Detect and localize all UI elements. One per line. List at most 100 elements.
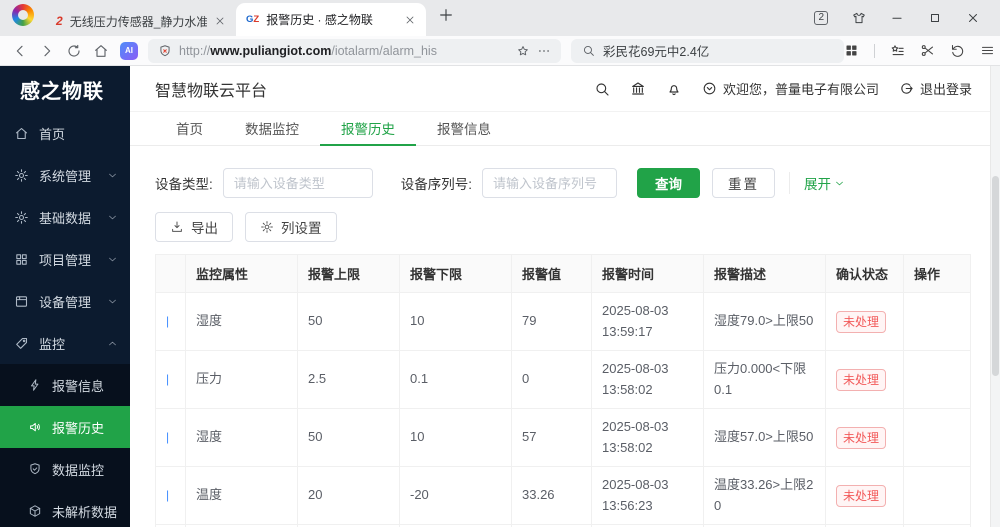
menu-icon[interactable] bbox=[980, 43, 995, 58]
submenu-item-报警历史[interactable]: 报警历史 bbox=[0, 406, 130, 448]
apps-grid-icon[interactable] bbox=[844, 43, 859, 58]
sidebar-item-label: 基础数据 bbox=[39, 210, 92, 226]
ai-assistant-icon[interactable]: AI bbox=[120, 41, 138, 60]
serial-input[interactable] bbox=[482, 168, 618, 198]
column-header: 确认状态 bbox=[825, 254, 904, 293]
filter-row: 设备类型: 设备序列号: 查询 重置 展开 bbox=[155, 168, 970, 198]
sidebar-item-label: 系统管理 bbox=[39, 168, 92, 184]
cell-time: 2025-08-03 13:56:23 bbox=[591, 466, 704, 525]
device-link[interactable]: | bbox=[166, 314, 169, 328]
expand-link[interactable]: 展开 bbox=[789, 172, 845, 194]
sidebar-item-设备管理[interactable]: 设备管理 bbox=[0, 280, 130, 322]
expand-label: 展开 bbox=[804, 177, 832, 192]
cell-value: 57 bbox=[511, 408, 592, 467]
favorites-list-icon[interactable] bbox=[890, 43, 905, 58]
sidebar-item-label: 首页 bbox=[39, 126, 66, 142]
status-badge: 未处理 bbox=[836, 310, 887, 333]
reset-button[interactable]: 重置 bbox=[712, 168, 776, 198]
table-row: | 压力 2.5 0.1 0 2025-08-03 13:58:02 压力0.000<下限0… bbox=[155, 350, 971, 409]
logout-button[interactable]: 退出登录 bbox=[899, 79, 972, 98]
scrollbar-thumb[interactable] bbox=[992, 176, 999, 376]
user-menu[interactable]: 欢迎您，普量电子有限公司 bbox=[702, 79, 879, 98]
tab-首页[interactable]: 首页 bbox=[155, 112, 224, 146]
export-button[interactable]: 导出 bbox=[155, 212, 233, 242]
sidebar-nav: 首页系统管理基础数据项目管理 设备管理监控 bbox=[0, 112, 130, 364]
forward-button[interactable] bbox=[39, 43, 55, 59]
sidebar-item-监控[interactable]: 监控 bbox=[0, 322, 130, 364]
column-header: 报警上限 bbox=[297, 254, 400, 293]
browser-tab-inactive[interactable]: 2 无线压力传感器_静力水准仪_ bbox=[46, 6, 236, 36]
insecure-shield-icon[interactable] bbox=[158, 44, 172, 58]
cell-actions bbox=[903, 408, 971, 467]
tab-close-icon[interactable] bbox=[214, 15, 226, 27]
row-marker-cell: | bbox=[155, 350, 186, 409]
tab-close-icon[interactable] bbox=[404, 14, 416, 26]
cell-value: 79 bbox=[511, 292, 592, 351]
sidebar-item-项目管理[interactable]: 项目管理 bbox=[0, 238, 130, 280]
device-link[interactable]: | bbox=[166, 430, 169, 444]
sidebar-item-基础数据[interactable]: 基础数据 bbox=[0, 196, 130, 238]
minimize-button[interactable] bbox=[890, 11, 904, 25]
tab-数据监控[interactable]: 数据监控 bbox=[224, 112, 320, 146]
history-undo-icon[interactable] bbox=[950, 43, 965, 58]
close-button[interactable] bbox=[966, 11, 980, 25]
cell-actions bbox=[903, 466, 971, 525]
device-icon bbox=[14, 294, 29, 309]
home-icon bbox=[14, 126, 29, 141]
device-link[interactable]: | bbox=[166, 372, 169, 386]
table-row: | 湿度 50 10 57 2025-08-03 13:58:02 湿度57.0>上限50 未… bbox=[155, 408, 971, 467]
theme-shirt-icon[interactable] bbox=[852, 11, 866, 25]
page: 感之物联 首页 系统管理 基础数据 项目管理 设备管理 监控 报警信息 报警历史 数据监控 未解… bbox=[0, 66, 1000, 527]
tab-报警信息[interactable]: 报警信息 bbox=[416, 112, 512, 146]
submenu-item-数据监控[interactable]: 数据监控 bbox=[0, 448, 130, 490]
tab-报警历史[interactable]: 报警历史 bbox=[320, 112, 416, 146]
browser-search-box[interactable]: 彩民花69元中2.4亿 bbox=[571, 38, 844, 63]
tag-icon bbox=[14, 336, 29, 351]
bookmark-star-icon[interactable] bbox=[516, 44, 530, 58]
sidebar-item-系统管理[interactable]: 系统管理 bbox=[0, 154, 130, 196]
new-tab-button[interactable] bbox=[438, 7, 454, 23]
submenu-item-未解析数据[interactable]: 未解析数据 bbox=[0, 490, 130, 527]
more-options-icon[interactable] bbox=[537, 44, 551, 58]
tab-count-badge[interactable]: 2 bbox=[814, 11, 828, 25]
column-settings-button[interactable]: 列设置 bbox=[245, 212, 337, 242]
chevron-down-icon bbox=[107, 212, 118, 223]
back-button[interactable] bbox=[12, 43, 28, 59]
scrollbar-track[interactable] bbox=[990, 66, 1000, 527]
submenu-item-报警信息[interactable]: 报警信息 bbox=[0, 364, 130, 406]
browser-tab-active[interactable]: GZ 报警历史 · 感之物联 bbox=[236, 3, 426, 36]
cell-status: 未处理 bbox=[825, 408, 904, 467]
notifications-bell-icon[interactable] bbox=[666, 81, 682, 97]
reload-button[interactable] bbox=[66, 43, 82, 59]
sidebar-item-首页[interactable]: 首页 bbox=[0, 112, 130, 154]
cell-status: 未处理 bbox=[825, 350, 904, 409]
column-settings-label: 列设置 bbox=[281, 221, 322, 236]
browser-toolbar: AI http://www.puliangiot.com/iotalarm/al… bbox=[0, 36, 1000, 66]
device-link[interactable]: | bbox=[166, 488, 169, 502]
cell-attribute: 湿度 bbox=[185, 292, 298, 351]
query-button[interactable]: 查询 bbox=[637, 168, 701, 198]
header-right: 欢迎您，普量电子有限公司 退出登录 bbox=[594, 79, 972, 98]
submenu-item-label: 未解析数据 bbox=[52, 504, 118, 520]
cell-description: 压力0.000<下限0.1 bbox=[703, 350, 826, 409]
divider bbox=[874, 43, 875, 58]
cell-description: 湿度57.0>上限50 bbox=[703, 408, 826, 467]
address-bar[interactable]: http://www.puliangiot.com/iotalarm/alarm… bbox=[148, 38, 561, 63]
table-body: | 湿度 50 10 79 2025-08-03 13:59:17 湿度79.0>上限50 未… bbox=[155, 292, 971, 527]
cell-attribute: 湿度 bbox=[185, 408, 298, 467]
browser-logo-icon[interactable] bbox=[12, 3, 34, 26]
site-favicon: 2 bbox=[56, 14, 63, 28]
home-button[interactable] bbox=[93, 43, 109, 59]
box-icon bbox=[28, 504, 42, 518]
device-type-input[interactable] bbox=[222, 168, 373, 198]
search-icon[interactable] bbox=[594, 81, 610, 97]
screenshot-scissors-icon[interactable] bbox=[920, 43, 935, 58]
organization-bank-icon[interactable] bbox=[630, 81, 646, 97]
row-marker-cell: | bbox=[155, 292, 186, 351]
maximize-button[interactable] bbox=[928, 11, 942, 25]
browser-window: 2 无线压力传感器_静力水准仪_ GZ 报警历史 · 感之物联 2 AI htt… bbox=[0, 0, 1000, 527]
cell-status: 未处理 bbox=[825, 466, 904, 525]
row-marker-cell: | bbox=[155, 466, 186, 525]
sidebar-item-label: 监控 bbox=[39, 336, 66, 352]
app-header: 智慧物联云平台 欢迎您，普量电子有限公司 退出登录 bbox=[130, 66, 990, 112]
